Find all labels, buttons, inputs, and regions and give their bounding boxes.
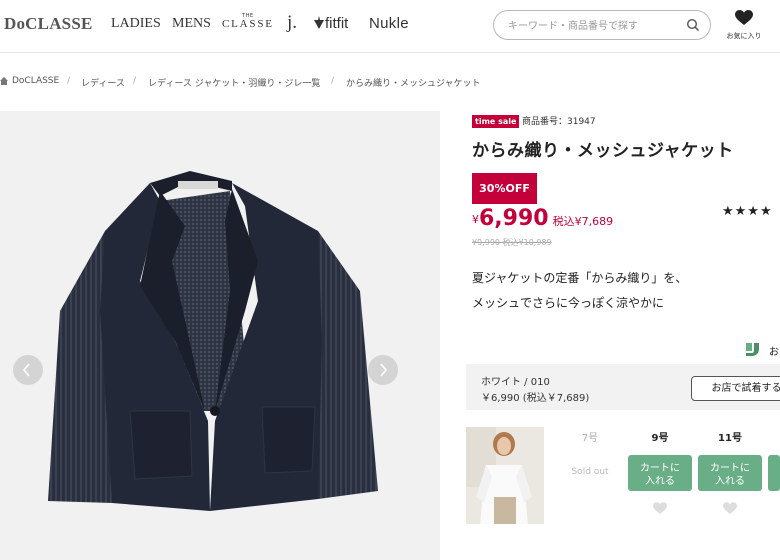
nav-the-classe-main: CLASSE xyxy=(222,18,274,30)
search-icon[interactable] xyxy=(686,18,700,32)
variant-price: ￥6,990 (税込￥7,689) xyxy=(481,393,590,404)
breadcrumb-separator: / xyxy=(331,76,335,86)
product-description: 夏ジャケットの定番「からみ織り」を、 メッシュでさらに今っぽく涼やかに xyxy=(472,266,687,316)
price-tax: 税込¥7,689 xyxy=(552,215,614,228)
fitfit-logo-icon xyxy=(314,16,324,29)
variant-thumbnail[interactable] xyxy=(466,427,544,524)
next-image-button[interactable] xyxy=(368,355,398,385)
store-link[interactable]: お xyxy=(769,343,779,358)
cart-label-line: 入れる xyxy=(645,476,675,487)
price-value: 6,990 xyxy=(479,206,549,231)
favorite-heart-11-icon[interactable] xyxy=(723,502,737,515)
try-in-store-button[interactable]: お店で試着する xyxy=(691,376,780,401)
breadcrumb-jackets[interactable]: レディース ジャケット・羽織り・ジレ一覧 xyxy=(148,76,320,89)
store-icon[interactable] xyxy=(744,341,761,358)
prev-image-button[interactable] xyxy=(13,355,43,385)
model-thumbnail-image xyxy=(466,427,544,524)
breadcrumb-current: からみ織り・メッシュジャケット xyxy=(346,79,481,89)
nav-fitfit[interactable]: fitfit xyxy=(313,15,348,32)
site-logo[interactable]: DoCLASSE xyxy=(4,14,93,34)
cart-label-line: カートに xyxy=(710,463,750,474)
add-to-cart-9-button[interactable]: カートに 入れる xyxy=(628,455,692,491)
item-number: 商品番号：31947 xyxy=(522,117,596,127)
breadcrumb-home[interactable]: DoCLASSE xyxy=(12,76,59,86)
size-7-soldout: Sold out xyxy=(571,467,609,477)
nav-nukle[interactable]: Nukle xyxy=(369,15,409,32)
price-currency: ¥ xyxy=(472,213,479,226)
add-to-cart-11-button[interactable]: カートに 入れる xyxy=(698,455,762,491)
original-price: ¥9,990 税込¥10,989 xyxy=(472,238,552,247)
description-line: メッシュでさらに今っぽく涼やかに xyxy=(472,296,665,310)
chevron-left-icon xyxy=(23,363,30,377)
discount-badge: 30%OFF xyxy=(472,173,537,204)
favorites-button[interactable]: お気に入り xyxy=(724,8,764,44)
cart-label-line: カートに xyxy=(640,463,680,474)
add-to-cart-partial-button[interactable] xyxy=(768,455,780,491)
jacket-image xyxy=(48,171,378,511)
nav-fitfit-label: fitfit xyxy=(325,15,349,32)
breadcrumb-separator: / xyxy=(133,76,137,86)
variant-color: ホワイト / 010 xyxy=(481,377,550,388)
sale-price: ¥6,990 税込¥7,689 xyxy=(472,206,613,231)
favorite-heart-9-icon[interactable] xyxy=(653,502,667,515)
nav-the-classe[interactable]: THE CLASSE xyxy=(222,14,274,30)
breadcrumb-ladies[interactable]: レディース xyxy=(81,76,125,89)
breadcrumb-separator: / xyxy=(67,76,71,86)
description-line: 夏ジャケットの定番「からみ織り」を、 xyxy=(472,271,688,285)
nav-j[interactable]: j. xyxy=(287,12,297,34)
nav-mens[interactable]: MENS xyxy=(172,16,211,32)
size-9-label: 9号 xyxy=(651,433,669,444)
favorites-label: お気に入り xyxy=(726,32,762,40)
search-box[interactable] xyxy=(493,10,711,40)
cart-label-line: 入れる xyxy=(715,476,745,487)
chevron-right-icon xyxy=(380,363,387,377)
time-sale-badge: time sale xyxy=(472,115,520,128)
size-7-label: 7号 xyxy=(581,433,599,444)
product-title: からみ織り・メッシュジャケット xyxy=(472,141,734,161)
heart-icon xyxy=(735,10,753,25)
home-icon xyxy=(0,77,8,88)
nav-ladies[interactable]: LADIES xyxy=(111,16,161,32)
size-11-label: 11号 xyxy=(718,433,742,444)
search-input[interactable] xyxy=(506,16,680,36)
rating-stars[interactable]: ★★★★ xyxy=(722,204,773,219)
product-image-gallery xyxy=(0,111,440,560)
